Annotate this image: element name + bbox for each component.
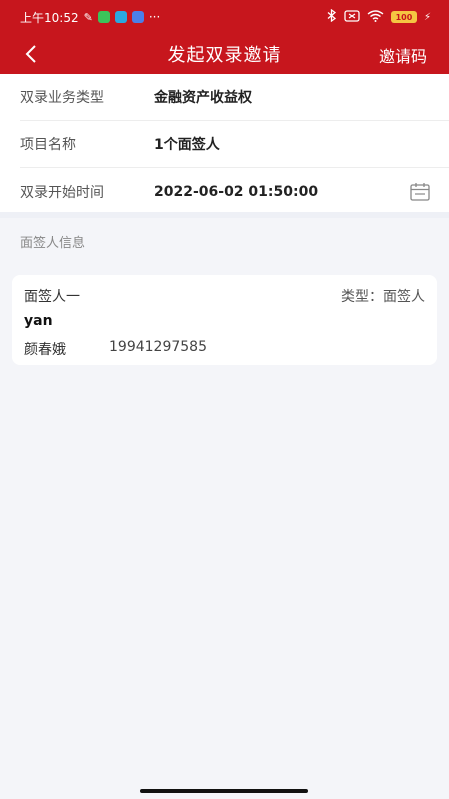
business-type-row[interactable]: 双录业务类型 金融资产收益权 bbox=[20, 74, 449, 121]
app-header: 上午10:52 ✎ ··· 100 ⚡ 发起双录邀请 邀请码 bbox=[0, 0, 449, 74]
signer-phone: 19941297585 bbox=[109, 339, 207, 355]
signer-username: yan bbox=[24, 313, 53, 329]
bluetooth-icon bbox=[327, 8, 337, 25]
project-name-value: 1个面签人 bbox=[154, 137, 220, 153]
signer-type: 类型：面签人 bbox=[341, 289, 425, 305]
start-time-value: 2022-06-02 01:50:00 bbox=[154, 183, 319, 200]
status-bar: 上午10:52 ✎ ··· 100 ⚡ bbox=[0, 0, 449, 34]
charging-icon: ⚡ bbox=[423, 11, 431, 23]
project-name-row[interactable]: 项目名称 1个面签人 bbox=[20, 121, 449, 168]
start-time-label: 双录开始时间 bbox=[20, 184, 104, 201]
invite-page: 上午10:52 ✎ ··· 100 ⚡ 发起双录邀请 邀请码 双录业务类型 金融… bbox=[0, 0, 449, 799]
signer-card[interactable]: 面签人一 类型：面签人 yan 颜春娥 19941297585 bbox=[12, 275, 437, 365]
status-more: ··· bbox=[148, 10, 161, 24]
app-notify-icon bbox=[114, 11, 127, 23]
pen-icon: ✎ bbox=[83, 10, 93, 24]
invite-code-button[interactable]: 邀请码 bbox=[379, 43, 427, 67]
project-name-label: 项目名称 bbox=[20, 137, 76, 153]
signer-section-title: 面签人信息 bbox=[20, 236, 86, 251]
no-sim-icon bbox=[344, 9, 360, 25]
calendar-icon[interactable] bbox=[409, 182, 431, 202]
battery-icon: 100 bbox=[390, 11, 417, 23]
signer-heading: 面签人一 bbox=[24, 289, 80, 305]
page-title: 发起双录邀请 bbox=[167, 45, 282, 66]
wechat-notify-icon bbox=[97, 11, 110, 23]
business-type-value: 金融资产收益权 bbox=[154, 90, 252, 106]
mail-notify-icon bbox=[131, 11, 144, 23]
nav-bar: 发起双录邀请 邀请码 bbox=[0, 34, 449, 74]
start-time-row[interactable]: 双录开始时间 2022-06-02 01:50:00 bbox=[20, 168, 449, 215]
status-time: 上午10:52 bbox=[20, 10, 79, 25]
business-type-label: 双录业务类型 bbox=[20, 90, 104, 106]
signer-section: 面签人信息 面签人一 类型：面签人 yan 颜春娥 19941297585 bbox=[0, 218, 449, 799]
wifi-icon bbox=[367, 9, 384, 25]
back-button[interactable] bbox=[14, 38, 48, 70]
chevron-left-icon bbox=[25, 45, 36, 63]
home-indicator[interactable] bbox=[140, 789, 308, 793]
invite-form: 双录业务类型 金融资产收益权 项目名称 1个面签人 双录开始时间 2022-06… bbox=[0, 74, 449, 215]
signer-name: 颜春娥 bbox=[24, 342, 66, 358]
